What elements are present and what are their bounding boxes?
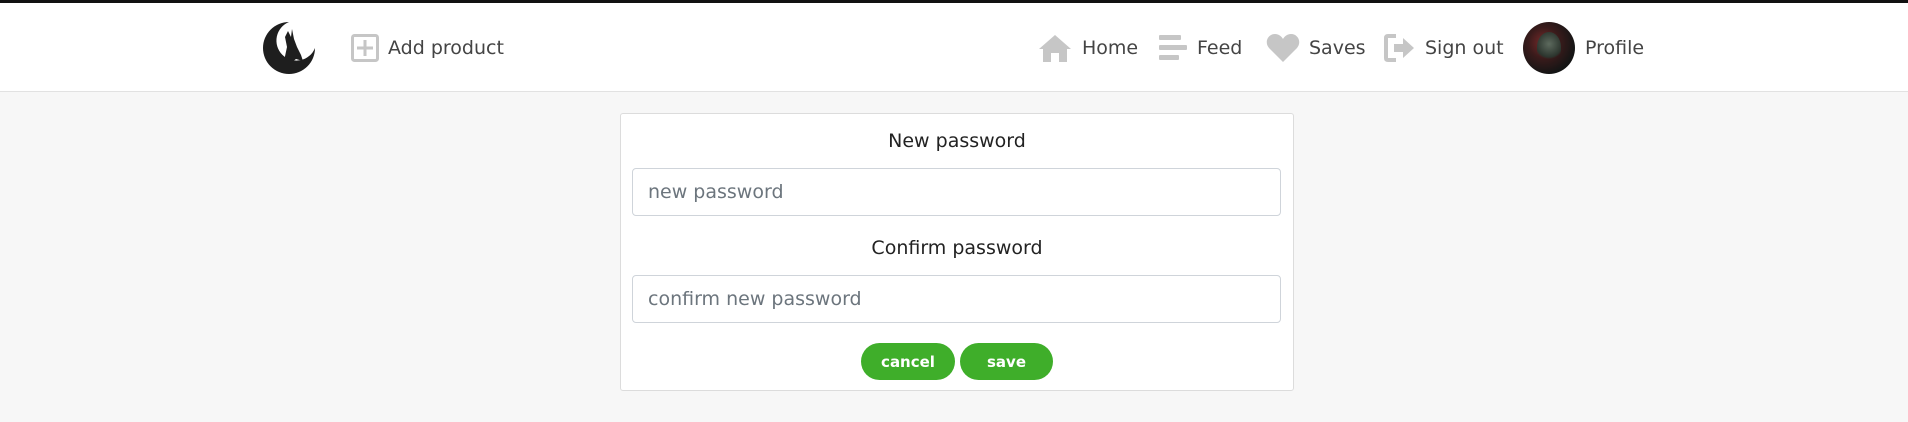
add-product-label: Add product <box>388 37 504 59</box>
nav-feed-label: Feed <box>1197 37 1243 59</box>
save-button[interactable]: save <box>960 343 1053 380</box>
nav-home[interactable]: Home <box>1037 30 1138 66</box>
avatar <box>1523 22 1575 74</box>
nav-saves[interactable]: Saves <box>1266 30 1366 66</box>
nav-sign-out-label: Sign out <box>1425 37 1504 59</box>
nav-saves-label: Saves <box>1309 37 1366 59</box>
cancel-button[interactable]: cancel <box>861 343 955 380</box>
confirm-password-input[interactable] <box>632 275 1281 323</box>
add-product-link[interactable]: Add product <box>351 30 504 66</box>
plus-square-icon <box>351 34 379 62</box>
nav-feed[interactable]: Feed <box>1158 30 1242 66</box>
heart-icon <box>1266 33 1300 63</box>
feed-icon <box>1158 33 1188 63</box>
confirm-password-label: Confirm password <box>871 237 1043 259</box>
new-password-label: New password <box>888 130 1026 152</box>
change-password-card: New password Confirm password cancel sav… <box>620 113 1294 391</box>
home-icon <box>1037 33 1073 63</box>
navbar: Add product Home Feed Saves Sign out Pro… <box>0 3 1908 92</box>
nav-profile-label: Profile <box>1585 37 1645 59</box>
nav-home-label: Home <box>1082 37 1139 59</box>
nav-sign-out[interactable]: Sign out <box>1384 30 1504 66</box>
new-password-input[interactable] <box>632 168 1281 216</box>
sign-out-icon <box>1384 33 1416 63</box>
nav-profile[interactable]: Profile <box>1523 22 1644 74</box>
wolf-moon-logo[interactable] <box>258 17 320 79</box>
